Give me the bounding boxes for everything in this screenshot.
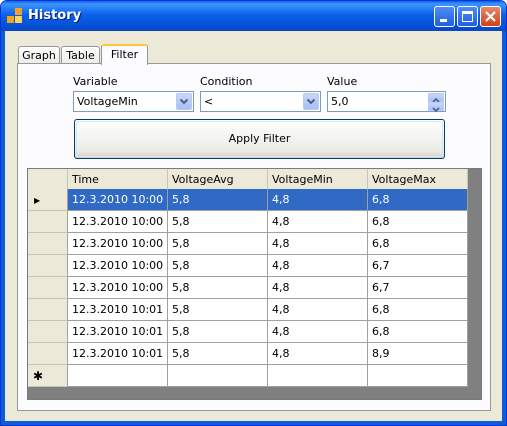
table-row[interactable]: 12.3.2010 10:00 5,8 4,8 6,8 <box>28 211 468 233</box>
maximize-icon <box>462 11 473 22</box>
table-row[interactable]: 12.3.2010 10:01 5,8 4,8 8,9 <box>28 343 468 365</box>
row-header[interactable]: ▶ <box>28 189 68 211</box>
table-cell[interactable]: 12.3.2010 10:01 <box>68 343 168 365</box>
value-spinner-value: 5,0 <box>331 95 349 108</box>
chevron-down-icon[interactable] <box>176 93 192 110</box>
grid-corner-header[interactable] <box>28 169 68 191</box>
row-header[interactable] <box>28 255 68 277</box>
column-header-voltagemax[interactable]: VoltageMax <box>368 169 468 191</box>
tab-filter[interactable]: Filter <box>101 44 148 65</box>
table-row[interactable]: 12.3.2010 10:00 5,8 4,8 6,7 <box>28 255 468 277</box>
row-header[interactable] <box>28 233 68 255</box>
table-cell[interactable]: 12.3.2010 10:00 <box>68 189 168 211</box>
value-spinner[interactable]: 5,0 <box>327 91 446 113</box>
variable-dropdown-value: VoltageMin <box>77 95 138 108</box>
spin-up-icon[interactable] <box>428 93 444 103</box>
app-icon <box>7 8 23 24</box>
table-row[interactable]: 12.3.2010 10:00 5,8 4,8 6,8 <box>28 233 468 255</box>
table-row[interactable]: 12.3.2010 10:00 5,8 4,8 6,7 <box>28 277 468 299</box>
variable-dropdown[interactable]: VoltageMin <box>73 91 194 112</box>
maximize-button[interactable] <box>457 6 478 27</box>
table-cell[interactable]: 4,8 <box>268 343 368 365</box>
table-cell[interactable]: 6,8 <box>368 233 468 255</box>
table-cell[interactable]: 6,7 <box>368 255 468 277</box>
table-cell[interactable]: 4,8 <box>268 255 368 277</box>
table-row[interactable]: 12.3.2010 10:01 5,8 4,8 6,8 <box>28 299 468 321</box>
column-header-voltageavg[interactable]: VoltageAvg <box>168 169 268 191</box>
table-cell[interactable] <box>168 365 268 387</box>
condition-dropdown[interactable]: < <box>200 91 321 112</box>
row-header[interactable]: ✱ <box>28 365 68 387</box>
row-header[interactable] <box>28 277 68 299</box>
minimize-icon <box>440 19 447 22</box>
close-icon <box>485 11 496 22</box>
table-cell[interactable]: 12.3.2010 10:00 <box>68 211 168 233</box>
variable-label: Variable <box>73 75 118 88</box>
table-cell[interactable]: 5,8 <box>168 255 268 277</box>
table-cell[interactable]: 5,8 <box>168 299 268 321</box>
value-label: Value <box>327 75 358 88</box>
spin-down-icon[interactable] <box>428 102 444 113</box>
window-frame-left <box>1 31 5 425</box>
table-cell[interactable]: 5,8 <box>168 233 268 255</box>
table-cell[interactable]: 12.3.2010 10:00 <box>68 277 168 299</box>
table-cell[interactable]: 8,9 <box>368 343 468 365</box>
title-bar[interactable]: History <box>1 1 506 31</box>
table-cell[interactable]: 12.3.2010 10:01 <box>68 299 168 321</box>
minimize-button[interactable] <box>434 6 455 27</box>
table-cell[interactable]: 6,8 <box>368 189 468 211</box>
table-cell[interactable]: 6,8 <box>368 299 468 321</box>
window-frame-bottom <box>1 421 506 425</box>
table-cell[interactable]: 4,8 <box>268 189 368 211</box>
table-cell[interactable]: 4,8 <box>268 277 368 299</box>
table-cell[interactable]: 6,7 <box>368 277 468 299</box>
new-row-asterisk-icon: ✱ <box>33 369 44 383</box>
chevron-down-icon[interactable] <box>303 93 319 110</box>
tab-graph[interactable]: Graph <box>18 46 60 64</box>
close-button[interactable] <box>480 6 501 27</box>
condition-label: Condition <box>200 75 253 88</box>
table-row[interactable]: 12.3.2010 10:01 5,8 4,8 6,8 <box>28 321 468 343</box>
grid-header-row: Time VoltageAvg VoltageMin VoltageMax <box>28 169 481 191</box>
column-header-voltagemin[interactable]: VoltageMin <box>268 169 368 191</box>
table-cell[interactable]: 4,8 <box>268 299 368 321</box>
results-grid[interactable]: Time VoltageAvg VoltageMin VoltageMax ▶ 1… <box>27 168 482 400</box>
new-row[interactable]: ✱ <box>28 365 468 387</box>
table-cell[interactable]: 5,8 <box>168 321 268 343</box>
table-cell[interactable]: 5,8 <box>168 343 268 365</box>
table-cell[interactable]: 12.3.2010 10:01 <box>68 321 168 343</box>
table-cell[interactable]: 5,8 <box>168 277 268 299</box>
table-cell[interactable]: 6,8 <box>368 321 468 343</box>
condition-dropdown-value: < <box>204 95 214 108</box>
current-row-arrow-icon: ▶ <box>34 196 41 205</box>
table-cell[interactable]: 12.3.2010 10:00 <box>68 255 168 277</box>
table-cell[interactable]: 5,8 <box>168 189 268 211</box>
row-header[interactable] <box>28 321 68 343</box>
row-header[interactable] <box>28 211 68 233</box>
table-cell[interactable]: 4,8 <box>268 321 368 343</box>
table-cell[interactable]: 6,8 <box>368 211 468 233</box>
window-title: History <box>28 8 82 23</box>
table-cell[interactable] <box>68 365 168 387</box>
table-cell[interactable]: 5,8 <box>168 211 268 233</box>
table-row[interactable]: ▶ 12.3.2010 10:00 5,8 4,8 6,8 <box>28 189 468 211</box>
history-window: History Graph Table Filter Variable Volt… <box>0 0 507 426</box>
table-cell[interactable]: 4,8 <box>268 211 368 233</box>
table-cell[interactable] <box>368 365 468 387</box>
table-cell[interactable]: 12.3.2010 10:00 <box>68 233 168 255</box>
row-header[interactable] <box>28 343 68 365</box>
table-cell[interactable]: 4,8 <box>268 233 368 255</box>
tab-table[interactable]: Table <box>61 46 100 64</box>
apply-filter-button[interactable]: Apply Filter <box>74 119 445 159</box>
column-header-time[interactable]: Time <box>68 169 168 191</box>
table-cell[interactable] <box>268 365 368 387</box>
row-header[interactable] <box>28 299 68 321</box>
window-frame-right <box>502 31 506 425</box>
